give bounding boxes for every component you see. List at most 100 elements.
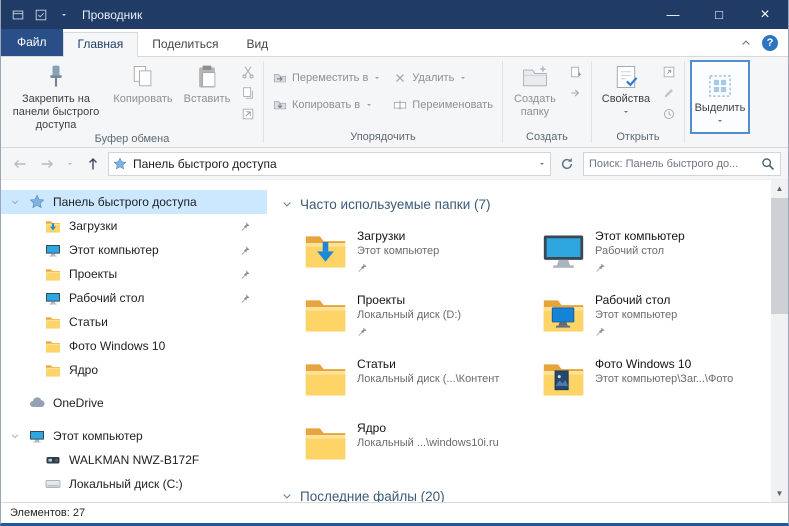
cut-button[interactable]	[238, 63, 258, 81]
open-button[interactable]	[659, 63, 679, 81]
photo-folder-icon	[541, 355, 586, 400]
expander-chevron-icon[interactable]	[10, 197, 20, 207]
ribbon-corner-buttons: ?	[740, 29, 788, 56]
status-bar: Элементов: 27	[1, 502, 788, 523]
copy-path-button[interactable]	[238, 84, 258, 102]
tab-file[interactable]: Файл	[1, 29, 63, 56]
tile-kernel[interactable]: Ядро Локальный ...\windows10i.ru	[297, 414, 525, 476]
scroll-up-arrow[interactable]: ▲	[771, 180, 788, 197]
easy-access-icon	[569, 86, 583, 100]
edit-icon	[662, 86, 676, 100]
history-button[interactable]	[659, 105, 679, 123]
sidebar-item-this-pc-pinned[interactable]: Этот компьютер	[1, 238, 267, 262]
qat-new-folder-button[interactable]	[8, 5, 28, 25]
pin-to-quick-access-button[interactable]: Закрепить на панели быстрого доступа	[4, 60, 108, 132]
delete-button[interactable]: Удалить	[387, 66, 499, 89]
minimize-button[interactable]: —	[650, 0, 696, 29]
paste-icon	[193, 63, 221, 91]
collapse-section-chevron-icon[interactable]	[281, 490, 293, 502]
sidebar-item-downloads[interactable]: Загрузки	[1, 214, 267, 238]
breadcrumb[interactable]: Панель быстрого доступа	[133, 157, 532, 171]
scrollbar-track[interactable]	[771, 197, 788, 485]
quick-access-star-icon	[29, 194, 45, 210]
ribbon-tab-row: Файл Главная Поделиться Вид ?	[1, 29, 788, 56]
help-button[interactable]: ?	[762, 35, 778, 51]
scroll-down-arrow[interactable]: ▼	[771, 485, 788, 502]
up-button[interactable]	[81, 152, 105, 176]
sidebar-item-walkman[interactable]: WALKMAN NWZ-B172F	[1, 448, 267, 472]
address-dropdown-caret-icon[interactable]	[538, 160, 546, 168]
ribbon: Закрепить на панели быстрого доступа Коп…	[1, 56, 788, 148]
new-item-button[interactable]	[566, 63, 586, 81]
downloads-folder-icon	[45, 218, 61, 234]
recent-locations-button[interactable]	[62, 152, 78, 176]
tile-photo-windows10[interactable]: Фото Windows 10 Этот компьютер\Заг...\Фо…	[535, 350, 763, 412]
folder-icon	[45, 314, 61, 330]
collapse-section-chevron-icon[interactable]	[281, 198, 293, 210]
tab-share[interactable]: Поделиться	[138, 32, 232, 56]
group-label-open: Открыть	[592, 130, 684, 147]
items-count: Элементов: 27	[10, 507, 85, 519]
close-button[interactable]: ×	[742, 0, 788, 29]
copy-to-button[interactable]: Копировать в	[267, 93, 387, 116]
easy-access-button[interactable]	[566, 84, 586, 102]
recent-files-header[interactable]: Последние файлы (20)	[281, 482, 771, 502]
scrollbar-thumb[interactable]	[771, 198, 788, 314]
sidebar-item-onedrive[interactable]: OneDrive	[1, 391, 267, 415]
caret-down-icon	[373, 74, 381, 82]
sidebar-item-desktop[interactable]: Рабочий стол	[1, 286, 267, 310]
collapse-ribbon-chevron-icon[interactable]	[740, 37, 752, 49]
sidebar-item-local-disk-c[interactable]: Локальный диск (C:)	[1, 472, 267, 496]
frequent-folders-header[interactable]: Часто используемые папки (7)	[281, 190, 771, 218]
caret-down-icon	[66, 160, 74, 168]
back-button[interactable]	[8, 152, 32, 176]
select-button[interactable]: Выделить	[691, 69, 750, 125]
copy-button[interactable]: Копировать	[108, 60, 178, 106]
caret-down-icon	[716, 117, 724, 125]
search-icon[interactable]	[761, 157, 775, 171]
rename-button[interactable]: Переименовать	[387, 93, 499, 116]
folder-icon	[303, 355, 348, 400]
tile-this-pc[interactable]: Этот компьютер Рабочий стол	[535, 222, 763, 284]
new-item-icon	[569, 65, 583, 79]
window-title: Проводник	[82, 8, 142, 22]
back-arrow-icon	[12, 156, 28, 172]
qat-properties-button[interactable]	[31, 5, 51, 25]
paste-button[interactable]: Вставить	[178, 60, 236, 106]
select-highlight-frame: Выделить	[690, 60, 750, 134]
edit-button[interactable]	[659, 84, 679, 102]
navigation-pane: Панель быстрого доступа Загрузки Этот ко…	[1, 180, 267, 502]
qat-customize-button[interactable]	[54, 5, 74, 25]
vertical-scrollbar[interactable]: ▲ ▼	[771, 180, 788, 502]
properties-button[interactable]: Свойства	[595, 60, 657, 116]
computer-icon	[541, 227, 586, 272]
sidebar-item-kernel[interactable]: Ядро	[1, 358, 267, 382]
tab-view[interactable]: Вид	[232, 32, 282, 56]
tile-desktop[interactable]: Рабочий стол Этот компьютер	[535, 286, 763, 348]
paste-shortcut-button[interactable]	[238, 105, 258, 123]
sidebar-item-articles[interactable]: Статьи	[1, 310, 267, 334]
copy-icon	[129, 63, 157, 91]
tile-articles[interactable]: Статьи Локальный диск (...\Контент	[297, 350, 525, 412]
refresh-button[interactable]	[554, 152, 580, 176]
address-box[interactable]: Панель быстрого доступа	[108, 152, 551, 176]
pin-icon	[595, 326, 606, 337]
tile-projects[interactable]: Проекты Локальный диск (D:)	[297, 286, 525, 348]
tile-downloads[interactable]: Загрузки Этот компьютер	[297, 222, 525, 284]
move-to-button[interactable]: Переместить в	[267, 66, 387, 89]
expander-chevron-icon[interactable]	[10, 431, 20, 441]
desktop-folder-icon	[541, 291, 586, 336]
explorer-window: Проводник — □ × Файл Главная Поделиться …	[0, 0, 789, 526]
maximize-button[interactable]: □	[696, 0, 742, 29]
sidebar-item-projects[interactable]: Проекты	[1, 262, 267, 286]
sidebar-item-photo-windows10[interactable]: Фото Windows 10	[1, 334, 267, 358]
onedrive-cloud-icon	[29, 395, 45, 411]
sidebar-item-quick-access[interactable]: Панель быстрого доступа	[1, 190, 267, 214]
search-input[interactable]	[589, 158, 757, 170]
forward-button[interactable]	[35, 152, 59, 176]
new-folder-button[interactable]: Создать папку	[506, 60, 564, 119]
caret-down-icon	[60, 11, 68, 19]
tab-home[interactable]: Главная	[63, 32, 139, 57]
folder-icon	[303, 419, 348, 464]
sidebar-item-this-pc[interactable]: Этот компьютер	[1, 424, 267, 448]
